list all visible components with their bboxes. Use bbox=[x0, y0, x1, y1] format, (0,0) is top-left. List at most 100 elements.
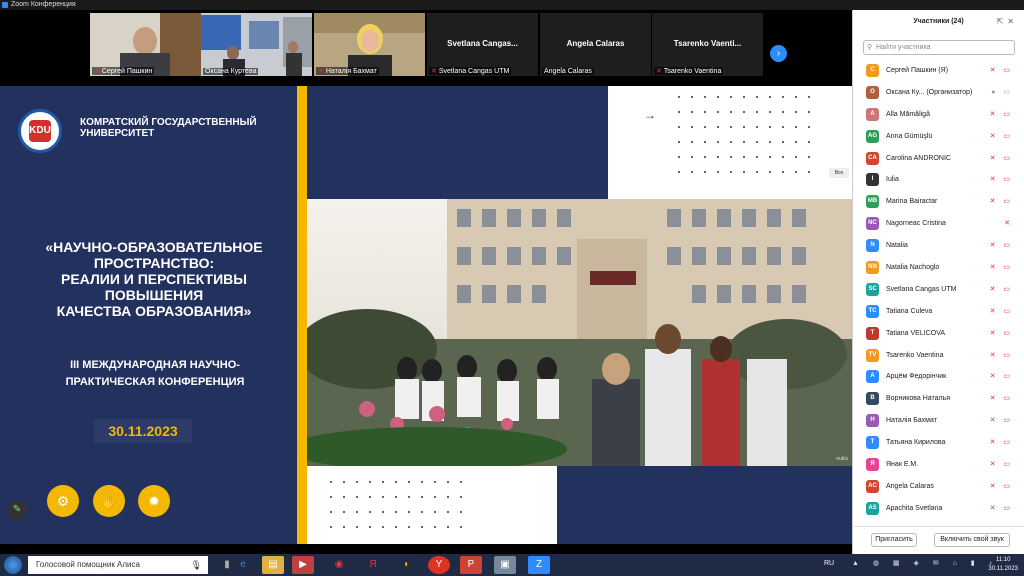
tray-icons[interactable]: ▲ ◍ ▦ ◈ ✉ ⌂ ▮ ♪ bbox=[852, 559, 998, 567]
decor-dot bbox=[769, 96, 771, 98]
participant-row[interactable]: А Арцём Федорінчик ✕ ▭ bbox=[853, 366, 1024, 388]
video-tile[interactable]: Оксана Куртева bbox=[201, 13, 312, 76]
yandex-icon[interactable]: Я bbox=[362, 556, 384, 574]
participant-row[interactable]: AG Anna Gümüşlü ✕ ▭ bbox=[853, 126, 1024, 148]
participant-name: Янак Е.М. bbox=[886, 461, 919, 469]
accent-bar bbox=[297, 86, 307, 544]
image-viewer-icon[interactable]: ▣ bbox=[494, 556, 516, 574]
view-options-tab[interactable]: Все bbox=[829, 168, 849, 178]
participant-row[interactable]: AS Apachita Svetlana ✕ ▭ bbox=[853, 498, 1024, 520]
avatar: SC bbox=[866, 282, 879, 296]
mic-video-status-icon: ✕ ▭ bbox=[989, 132, 1013, 140]
participant-row[interactable]: В Ворникова Наталья ✕ ▭ bbox=[853, 388, 1024, 410]
decor-dot bbox=[408, 496, 410, 498]
powerpoint-icon[interactable]: P bbox=[460, 556, 482, 574]
annotate-pen-icon[interactable]: ✎ bbox=[7, 500, 27, 520]
participant-row[interactable]: AC Angela Calaras ✕ ▭ bbox=[853, 476, 1024, 498]
decor-dot bbox=[795, 156, 797, 158]
decor-dot bbox=[782, 126, 784, 128]
start-button[interactable] bbox=[4, 556, 22, 574]
participant-row[interactable]: T Tatiana VELICOVA ✕ ▭ bbox=[853, 323, 1024, 345]
participant-name: Natalia Nachoglo bbox=[886, 264, 940, 272]
decor-dot bbox=[369, 526, 371, 528]
decor-dot bbox=[756, 171, 758, 173]
participant-row[interactable]: О Оксана Ку... (Организатор) ● ▭ bbox=[853, 82, 1024, 104]
mic-video-status-icon: ✕ ▭ bbox=[989, 417, 1013, 425]
slide-left-panel: KDU Комратский государственный университ… bbox=[0, 86, 307, 544]
dot-pattern bbox=[330, 481, 462, 528]
video-tile[interactable]: Tsarenko Vaenti... ✕ Tsarenko Vaentina bbox=[652, 13, 763, 76]
participant-row[interactable]: TC Tatiana Culeva ✕ ▭ bbox=[853, 301, 1024, 323]
decor-dot bbox=[369, 511, 371, 513]
microphone-icon[interactable]: 🎙 bbox=[191, 556, 202, 574]
panel-controls: ⇱✕ bbox=[997, 17, 1018, 26]
video-tile[interactable]: ✕ Сергей Пашкин bbox=[90, 13, 201, 76]
participant-row[interactable]: N Natalia ✕ ▭ bbox=[853, 235, 1024, 257]
unmute-self-button[interactable]: Включить свой звук bbox=[934, 533, 1010, 547]
decor-dot bbox=[356, 496, 358, 498]
participant-row[interactable]: SC Svetlana Cangas UTM ✕ ▭ bbox=[853, 279, 1024, 301]
avatar: AC bbox=[866, 479, 879, 493]
video-tile[interactable]: Svetlana Cangas... ✕ Svetlana Cangas UTM bbox=[427, 13, 538, 76]
participant-list: С Сергей Пашкин (Я) ✕ ▭ О Оксана Ку... (Орга… bbox=[853, 60, 1024, 526]
video-tile[interactable]: ✕ Наталія Бахмат bbox=[314, 13, 425, 76]
language-indicator[interactable]: RU bbox=[824, 560, 834, 567]
decor-dot bbox=[730, 111, 732, 113]
participant-row[interactable]: MB Marina Bairactar ✕ ▭ bbox=[853, 191, 1024, 213]
participant-name: Оксана Куртева bbox=[203, 68, 259, 75]
mic-video-status-icon: ✕ ▭ bbox=[989, 67, 1013, 74]
decor-dot bbox=[743, 96, 745, 98]
decor-dot bbox=[717, 171, 719, 173]
ie-icon[interactable]: e bbox=[232, 556, 254, 574]
participant-name: Nagorneac Cristina bbox=[886, 220, 946, 228]
participant-name: Наталія Бахмат bbox=[886, 417, 937, 425]
participant-name: ✕ Tsarenko Vaentina bbox=[654, 67, 724, 75]
participant-row[interactable]: С Сергей Пашкин (Я) ✕ ▭ bbox=[853, 60, 1024, 82]
participant-row[interactable]: NN Natalia Nachoglo ✕ ▭ bbox=[853, 257, 1024, 279]
participant-search-input[interactable]: ⚲ Найти участника bbox=[863, 40, 1015, 55]
participant-row[interactable]: I Iulia ✕ ▭ bbox=[853, 169, 1024, 191]
invite-button[interactable]: Пригласить bbox=[871, 533, 917, 547]
dot-pattern bbox=[678, 96, 810, 173]
avatar: AG bbox=[866, 129, 879, 143]
decor-dot bbox=[434, 511, 436, 513]
university-logo: KDU bbox=[18, 109, 62, 153]
participant-row[interactable]: NC Nagorneac Cristina ✕ bbox=[853, 213, 1024, 235]
decor-dot bbox=[769, 156, 771, 158]
decor-dot bbox=[691, 156, 693, 158]
mic-video-status-icon: ✕ ▭ bbox=[989, 285, 1013, 293]
next-page-icon[interactable]: › bbox=[770, 45, 787, 62]
participant-row[interactable]: Я Янак Е.М. ✕ ▭ bbox=[853, 454, 1024, 476]
title-bar: Zoom Конференция bbox=[0, 0, 1024, 10]
participant-row[interactable]: Н Наталія Бахмат ✕ ▭ bbox=[853, 410, 1024, 432]
close-icon[interactable]: ✕ bbox=[1007, 17, 1018, 26]
mic-video-status-icon: ✕ ▭ bbox=[989, 373, 1013, 381]
zoom-taskbar-icon[interactable]: Z bbox=[528, 556, 550, 574]
assistant-search-box[interactable]: Голосовой помощник Алиса 🎙 bbox=[28, 556, 208, 574]
chrome-icon[interactable]: ◉ bbox=[328, 556, 350, 574]
participant-name: Tatiana Culeva bbox=[886, 307, 933, 315]
decor-dot bbox=[717, 126, 719, 128]
decor-dot bbox=[343, 496, 345, 498]
decor-dot bbox=[678, 111, 680, 113]
mic-video-status-icon: ✕ ▭ bbox=[989, 461, 1013, 469]
muted-mic-icon: ✕ bbox=[656, 68, 662, 75]
decor-dot bbox=[382, 526, 384, 528]
decor-dot bbox=[678, 141, 680, 143]
participant-name: Marina Bairactar bbox=[886, 198, 938, 206]
decor-dot bbox=[704, 111, 706, 113]
participant-row[interactable]: CA Carolina ANDRONIC ✕ ▭ bbox=[853, 148, 1024, 170]
video-tile[interactable]: Angela Calaras Angela Calaras bbox=[540, 13, 651, 76]
participant-row[interactable]: Т Татьяна Кирилова ✕ ▭ bbox=[853, 432, 1024, 454]
participant-name: ✕ Сергей Пашкин bbox=[92, 67, 155, 75]
app-icon[interactable]: ◐ bbox=[396, 556, 418, 574]
media-player-icon[interactable]: ▶ bbox=[292, 556, 314, 574]
participant-row[interactable]: A Alla Mămăligă ✕ ▭ bbox=[853, 104, 1024, 126]
participant-row[interactable]: TV Tsarenko Vaentina ✕ ▭ bbox=[853, 345, 1024, 367]
popout-icon[interactable]: ⇱ bbox=[997, 17, 1008, 26]
decor-dot bbox=[369, 496, 371, 498]
yandex-browser-icon[interactable]: Y bbox=[428, 556, 450, 574]
clock[interactable]: 11:10 30.11.2023 bbox=[988, 556, 1018, 574]
explorer-icon[interactable]: ▤ bbox=[262, 556, 284, 574]
decor-dot bbox=[460, 496, 462, 498]
